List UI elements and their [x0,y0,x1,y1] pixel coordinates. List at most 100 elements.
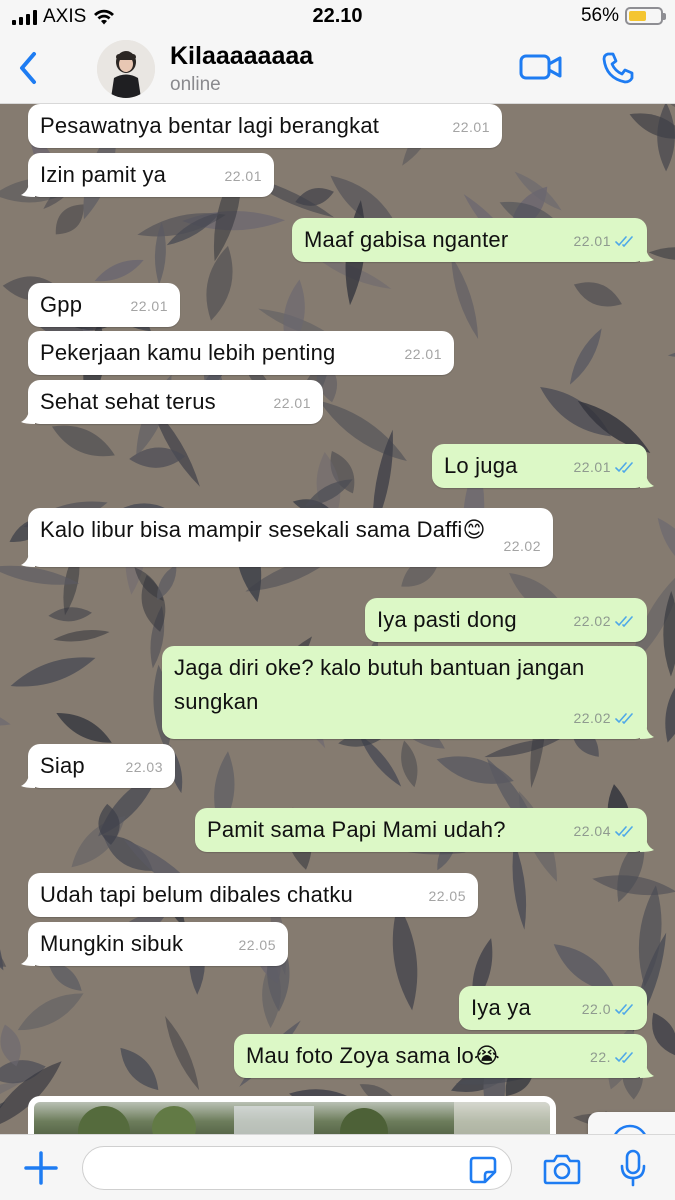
microphone-button[interactable] [618,1149,648,1192]
message-text: Sehat sehat terus [40,389,216,414]
message-meta: 22.01 [452,110,490,144]
read-receipt-icon [615,826,633,837]
outgoing-message[interactable]: Mau foto Zoya sama lo😭 22. [234,1034,654,1078]
message-text: Jaga diri oke? kalo butuh bantuan jangan… [174,655,585,714]
message-text: Pamit sama Papi Mami udah? [207,817,506,842]
avatar[interactable] [97,40,155,98]
video-call-button[interactable] [518,50,564,89]
read-receipt-icon [615,1004,633,1015]
contact-status: online [170,74,221,95]
bubble-tail [21,772,35,788]
message-time: 22.01 [130,298,168,314]
message-text: Udah tapi belum dibales chatku [40,882,353,907]
bubble-tail [640,1062,654,1078]
bubble-tail [21,408,35,424]
outgoing-message[interactable]: Pamit sama Papi Mami udah? 22.04 [195,808,654,852]
message-input[interactable] [82,1146,512,1190]
bubble-tail [640,836,654,852]
bubble-tail [640,472,654,488]
sticker-icon [469,1156,497,1184]
message-meta: 22.01 [573,450,635,484]
chat-header: Kilaaaaaaaa online [0,34,675,104]
message-text: Iya ya [471,995,531,1020]
message-time: 22.01 [273,395,311,411]
read-receipt-icon [615,462,633,473]
message-meta: 22.04 [573,814,635,848]
photo-message[interactable] [28,1096,556,1134]
message-meta: 22.0 [582,992,635,1026]
battery-fill [629,11,646,21]
message-text: Lo juga [444,453,518,478]
attach-button[interactable] [22,1149,60,1192]
message-time: 22.01 [573,459,611,475]
plus-icon [24,1151,58,1185]
message-meta: 22.02 [573,701,635,735]
incoming-message[interactable]: Mungkin sibuk 22.05 [21,922,288,966]
incoming-message[interactable]: Kalo libur bisa mampir sesekali sama Daf… [21,508,553,567]
bubble-tail [640,723,654,739]
message-meta: 22.01 [573,224,635,258]
message-time: 22.05 [238,937,276,953]
incoming-message[interactable]: Pekerjaan kamu lebih penting 22.01 [28,331,454,375]
message-time: 22.01 [573,233,611,249]
incoming-message[interactable]: Siap 22.03 [21,744,175,788]
read-receipt-icon [615,1052,633,1063]
incoming-message[interactable]: Sehat sehat terus 22.01 [21,380,323,424]
camera-icon [543,1154,581,1185]
message-text: Iya pasti dong [377,607,517,632]
outgoing-message[interactable]: Jaga diri oke? kalo butuh bantuan jangan… [162,646,654,739]
incoming-message[interactable]: Pesawatnya bentar lagi berangkat 22.01 [28,104,502,148]
incoming-message[interactable]: Izin pamit ya 22.01 [21,153,274,197]
message-time: 22.02 [573,613,611,629]
message-meta: 22.01 [224,159,262,193]
clock: 22.10 [312,5,363,27]
battery-icon [625,7,666,25]
message-meta: 22.05 [238,928,276,962]
message-text: Kalo libur bisa mampir sesekali sama Daf… [40,517,486,542]
message-time: 22.04 [573,823,611,839]
voice-call-button[interactable] [600,50,636,91]
sticker-button[interactable] [468,1155,498,1190]
status-bar: AXIS 22.10 56% [0,0,675,34]
video-camera-icon [519,54,562,80]
message-time: 22.03 [125,759,163,775]
outgoing-message[interactable]: Iya pasti dong 22.02 [365,598,647,642]
outgoing-message[interactable]: Iya ya 22.0 [459,986,647,1030]
read-receipt-icon [615,616,633,627]
message-meta: 22.02 [503,529,541,563]
incoming-message[interactable]: Udah tapi belum dibales chatku 22.05 [28,873,478,917]
read-receipt-icon [615,236,633,247]
bubble-tail [21,950,35,966]
message-text: Siap [40,753,85,778]
scroll-to-bottom-button[interactable] [588,1112,675,1134]
message-time: 22.05 [428,888,466,904]
message-meta: 22.02 [573,604,635,638]
message-text: Pekerjaan kamu lebih penting [40,340,336,365]
message-text: Pesawatnya bentar lagi berangkat [40,113,380,138]
bubble-tail [21,551,35,567]
message-meta: 22.01 [404,337,442,371]
camera-button[interactable] [542,1152,582,1191]
outgoing-message[interactable]: Maaf gabisa nganter 22.01 [292,218,654,262]
message-text: Gpp [40,292,83,317]
chat-area[interactable]: Pesawatnya bentar lagi berangkat 22.01 Izi… [0,104,675,1134]
incoming-message[interactable]: Gpp 22.01 [28,283,180,327]
photo-thumbnail [34,1102,550,1134]
message-time: 22.0 [581,1001,611,1017]
message-text: Mungkin sibuk [40,931,184,956]
message-meta: 22.03 [125,750,163,784]
bubble-tail [21,181,35,197]
outgoing-message[interactable]: Lo juga 22.01 [432,444,654,488]
microphone-icon [620,1149,646,1187]
message-meta: 22.01 [273,386,311,420]
message-time: 22.01 [452,119,490,135]
message-time: 22. [590,1049,611,1065]
contact-name[interactable]: Kilaaaaaaaa [170,42,313,71]
chevron-left-icon [20,52,36,84]
read-receipt-icon [615,713,633,724]
message-time: 22.01 [404,346,442,362]
message-time: 22.01 [224,168,262,184]
bubble-tail [640,246,654,262]
back-button[interactable] [14,48,50,88]
message-text: Mau foto Zoya sama lo😭 [246,1043,500,1068]
